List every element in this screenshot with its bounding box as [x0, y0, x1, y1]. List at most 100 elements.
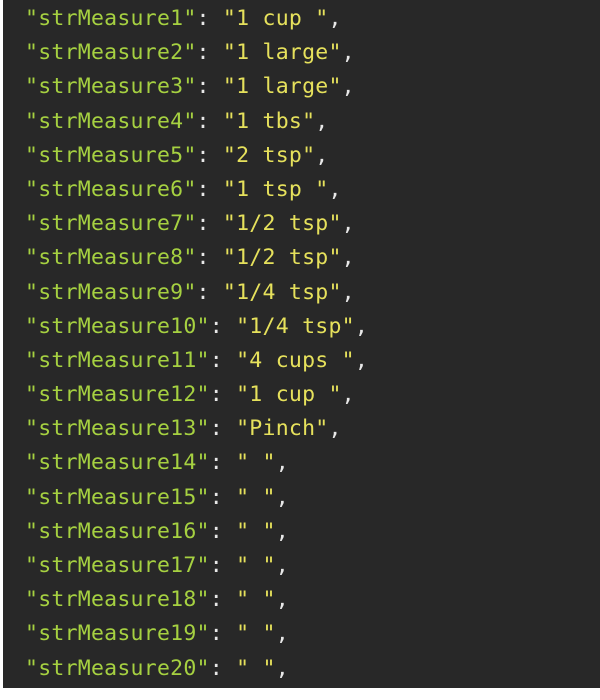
json-value: "1 large" — [222, 40, 342, 66]
json-key: "strMeasure18" — [25, 587, 210, 613]
code-editor: "strMeasure1": "1 cup ", "strMeasure2": … — [3, 0, 600, 688]
comma: , — [275, 621, 289, 647]
comma: , — [315, 108, 329, 134]
json-key: "strMeasure12" — [25, 382, 210, 408]
json-key: "strMeasure3" — [25, 74, 197, 100]
comma: , — [341, 382, 355, 408]
colon: : — [196, 74, 223, 100]
json-value: "1 tbs" — [222, 108, 316, 134]
json-code-block: "strMeasure1": "1 cup ", "strMeasure2": … — [25, 2, 600, 686]
code-line: "strMeasure16": " ", — [25, 515, 600, 549]
code-line: "strMeasure3": "1 large", — [25, 70, 600, 104]
comma: , — [328, 416, 342, 442]
bottom-border — [0, 688, 600, 700]
code-line: "strMeasure13": "Pinch", — [25, 412, 600, 446]
colon: : — [209, 655, 237, 681]
json-key: "strMeasure13" — [25, 416, 210, 442]
json-key: "strMeasure15" — [25, 484, 210, 510]
json-key: "strMeasure10" — [25, 313, 210, 339]
code-line: "strMeasure15": " ", — [25, 481, 600, 515]
colon: : — [209, 621, 237, 647]
colon: : — [196, 6, 223, 31]
comma: , — [341, 74, 355, 100]
colon: : — [196, 176, 223, 202]
json-key: "strMeasure4" — [25, 108, 197, 134]
code-line: "strMeasure10": "1/4 tsp", — [25, 310, 600, 344]
colon: : — [209, 450, 237, 476]
code-line: "strMeasure7": "1/2 tsp", — [25, 207, 600, 241]
colon: : — [209, 553, 237, 578]
colon: : — [196, 245, 223, 271]
colon: : — [209, 518, 237, 544]
json-value: "1/4 tsp" — [236, 313, 355, 339]
json-value: "1 cup " — [222, 6, 329, 31]
json-key: "strMeasure20" — [25, 655, 210, 681]
json-key: "strMeasure2" — [25, 40, 197, 66]
json-value: "1 large" — [222, 74, 342, 100]
comma: , — [275, 655, 289, 681]
json-value: "4 cups " — [236, 347, 355, 373]
json-value: " " — [236, 587, 276, 613]
json-key: "strMeasure5" — [25, 142, 197, 168]
json-value: "2 tsp" — [222, 142, 316, 168]
code-line: "strMeasure4": "1 tbs", — [25, 105, 600, 139]
comma: , — [341, 40, 355, 66]
json-value: " " — [236, 518, 276, 544]
json-value: " " — [236, 621, 276, 647]
colon: : — [209, 347, 237, 373]
code-line: "strMeasure12": "1 cup ", — [25, 378, 600, 412]
code-line: "strMeasure11": "4 cups ", — [25, 344, 600, 378]
colon: : — [196, 108, 223, 134]
comma: , — [275, 484, 289, 510]
comma: , — [341, 211, 355, 237]
code-line: "strMeasure5": "2 tsp", — [25, 139, 600, 173]
json-value: "1 tsp " — [222, 176, 329, 202]
json-value: " " — [236, 484, 276, 510]
comma: , — [328, 176, 342, 202]
colon: : — [209, 587, 237, 613]
code-line: "strMeasure2": "1 large", — [25, 36, 600, 70]
json-key: "strMeasure8" — [25, 245, 197, 271]
comma: , — [275, 553, 289, 578]
colon: : — [209, 484, 237, 510]
comma: , — [315, 142, 329, 168]
json-value: "1 cup " — [236, 382, 342, 408]
code-line: "strMeasure20": " ", — [25, 652, 600, 686]
code-line: "strMeasure8": "1/2 tsp", — [25, 241, 600, 275]
json-key: "strMeasure19" — [25, 621, 210, 647]
colon: : — [209, 313, 237, 339]
colon: : — [196, 40, 223, 66]
comma: , — [275, 587, 289, 613]
comma: , — [328, 6, 342, 31]
comma: , — [354, 347, 369, 373]
json-value: " " — [236, 655, 276, 681]
json-key: "strMeasure16" — [25, 518, 210, 544]
code-line: "strMeasure14": " ", — [25, 446, 600, 480]
code-line: "strMeasure18": " ", — [25, 583, 600, 617]
json-key: "strMeasure17" — [25, 553, 210, 578]
code-line: "strMeasure19": " ", — [25, 617, 600, 651]
json-value: " " — [236, 553, 276, 578]
colon: : — [209, 382, 237, 408]
json-value: "Pinch" — [236, 416, 329, 442]
colon: : — [196, 142, 223, 168]
code-line: "strMeasure9": "1/4 tsp", — [25, 276, 600, 310]
code-line: "strMeasure1": "1 cup ", — [25, 2, 600, 36]
comma: , — [275, 450, 289, 476]
json-key: "strMeasure11" — [25, 347, 210, 373]
colon: : — [196, 211, 223, 237]
json-value: "1/4 tsp" — [222, 279, 342, 305]
code-line: "strMeasure17": " ", — [25, 549, 600, 583]
code-line: "strMeasure6": "1 tsp ", — [25, 173, 600, 207]
colon: : — [209, 416, 237, 442]
json-key: "strMeasure9" — [25, 279, 197, 305]
colon: : — [196, 279, 223, 305]
comma: , — [275, 518, 289, 544]
json-key: "strMeasure7" — [25, 211, 197, 237]
comma: , — [341, 279, 355, 305]
json-key: "strMeasure1" — [25, 6, 197, 31]
json-value: "1/2 tsp" — [222, 211, 342, 237]
json-value: " " — [236, 450, 276, 476]
json-key: "strMeasure6" — [25, 176, 197, 202]
comma: , — [341, 245, 355, 271]
